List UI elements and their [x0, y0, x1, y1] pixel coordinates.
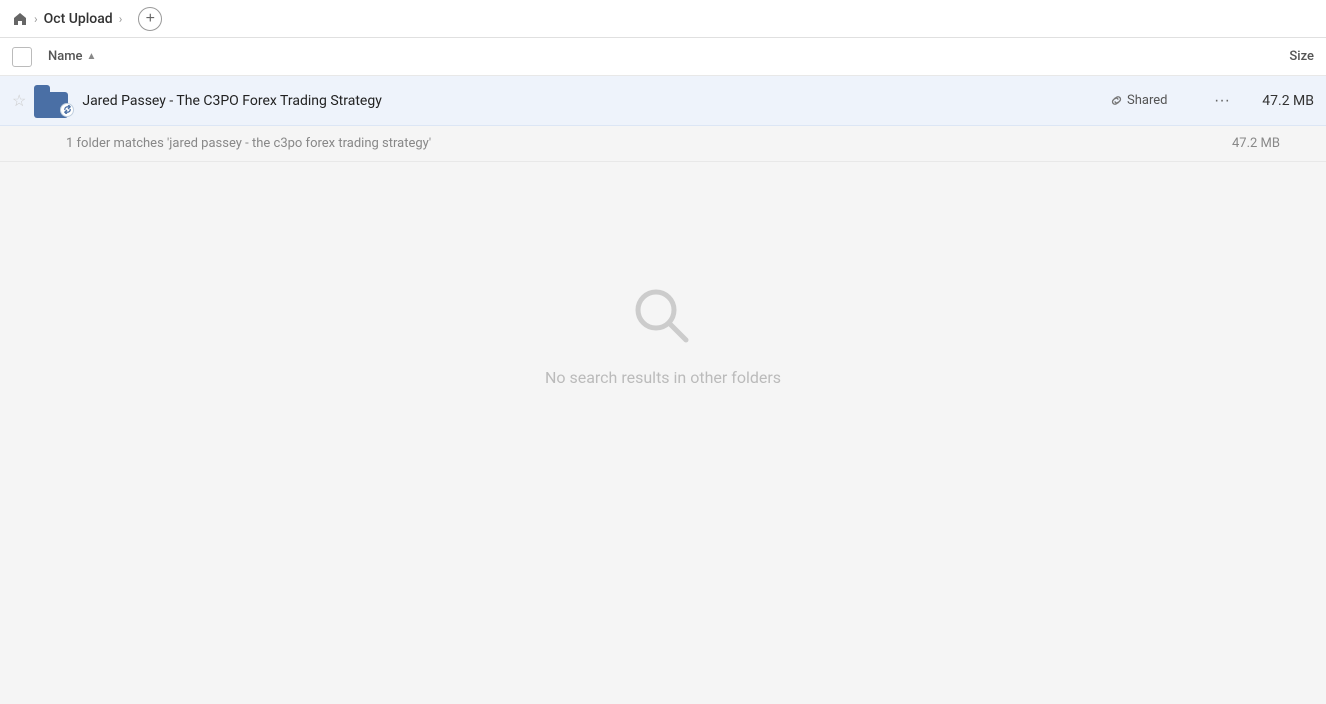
summary-row: 1 folder matches 'jared passey - the c3p…	[0, 126, 1326, 162]
home-icon[interactable]	[12, 11, 28, 27]
shared-label: Shared	[1127, 93, 1167, 108]
no-results-search-icon	[628, 282, 698, 352]
summary-text: 1 folder matches 'jared passey - the c3p…	[66, 136, 431, 151]
breadcrumb-bar: › Oct Upload › +	[0, 0, 1326, 38]
shared-folder-overlay	[60, 103, 74, 117]
breadcrumb-chevron-1: ›	[34, 12, 38, 26]
add-button[interactable]: +	[138, 7, 162, 31]
breadcrumb-oct-upload[interactable]: Oct Upload	[44, 11, 113, 27]
breadcrumb-chevron-2: ›	[119, 12, 123, 26]
file-row[interactable]: ☆ Jared Passey - The C3PO Forex Trading …	[0, 76, 1326, 126]
no-results-text: No search results in other folders	[545, 368, 781, 387]
link-icon	[1110, 94, 1123, 107]
sort-arrow-icon: ▲	[87, 51, 97, 62]
file-size: 47.2 MB	[1244, 93, 1314, 109]
file-name: Jared Passey - The C3PO Forex Trading St…	[82, 93, 1110, 109]
folder-icon	[34, 84, 72, 118]
size-column-header: Size	[1234, 49, 1314, 64]
select-all-checkbox[interactable]	[12, 47, 32, 67]
summary-size: 47.2 MB	[1232, 136, 1280, 151]
shared-badge: Shared	[1110, 93, 1200, 108]
empty-state: No search results in other folders	[0, 162, 1326, 447]
column-headers: Name ▲ Size	[0, 38, 1326, 76]
more-options-button[interactable]: ···	[1208, 87, 1236, 115]
star-icon[interactable]: ☆	[12, 91, 26, 110]
name-column-header[interactable]: Name ▲	[48, 49, 1234, 64]
